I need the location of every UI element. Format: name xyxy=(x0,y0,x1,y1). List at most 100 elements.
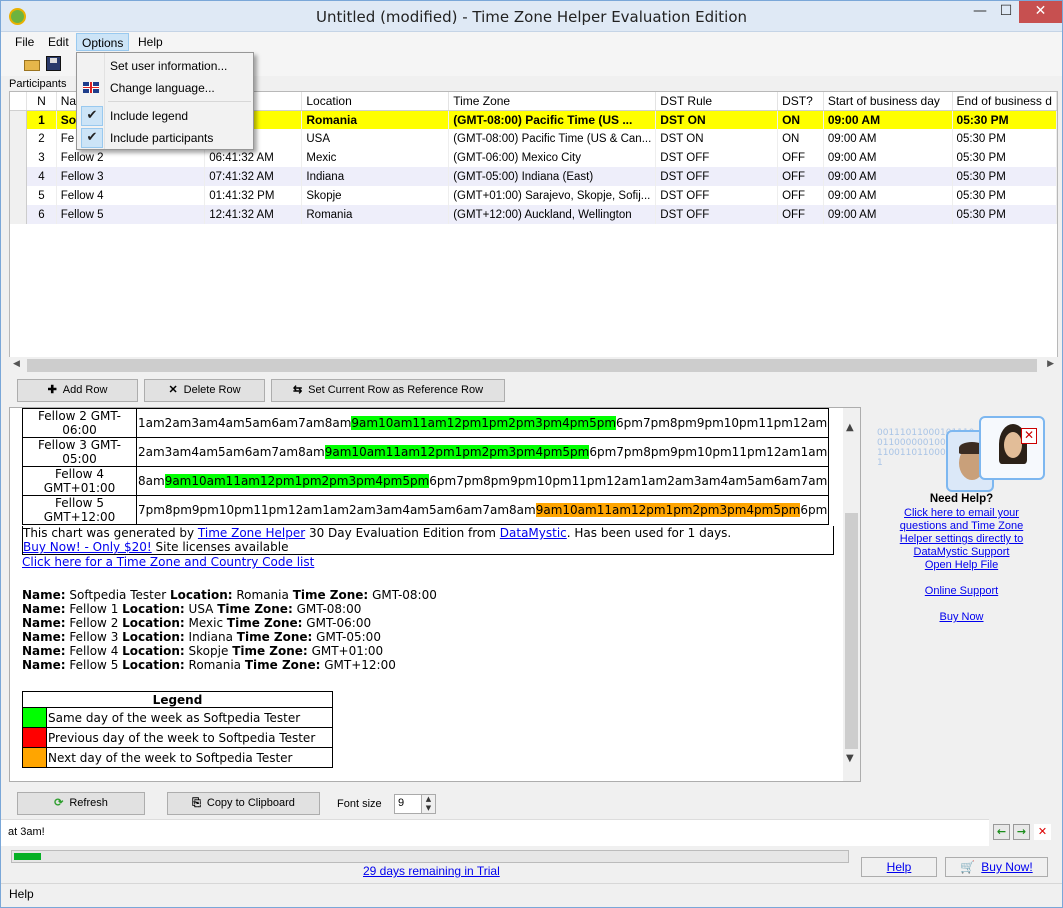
trial-remaining-link[interactable]: 29 days remaining in Trial xyxy=(363,864,500,878)
time-zone-helper-link[interactable]: Time Zone Helper xyxy=(198,526,305,540)
cell-dst-rule[interactable]: DST ON xyxy=(655,129,779,148)
cell-n[interactable]: 1 xyxy=(26,110,57,129)
cell-n[interactable]: 6 xyxy=(26,205,57,224)
menu-edit[interactable]: Edit xyxy=(43,33,74,51)
scroll-right-icon[interactable]: ▶ xyxy=(1047,359,1054,369)
datamystic-link[interactable]: DataMystic xyxy=(500,526,567,540)
cell-dst[interactable]: OFF xyxy=(777,186,824,205)
cell-dst-rule[interactable]: DST OFF xyxy=(655,186,779,205)
scroll-up-icon[interactable]: ▲ xyxy=(846,422,854,433)
cell-dst-rule[interactable]: DST OFF xyxy=(655,148,779,167)
cell-dst[interactable]: OFF xyxy=(777,205,824,224)
scrollbar-thumb[interactable] xyxy=(845,513,858,749)
decrement-icon[interactable]: ▼ xyxy=(421,804,435,813)
cell-timezone[interactable]: (GMT+12:00) Auckland, Wellington xyxy=(448,205,657,224)
grid-header-timezone[interactable]: Time Zone xyxy=(448,92,657,111)
save-disk-icon[interactable] xyxy=(45,55,63,73)
delete-row-button[interactable]: ✕ Delete Row xyxy=(144,379,265,402)
cell-start[interactable]: 09:00 AM xyxy=(823,167,953,186)
cell-location[interactable]: Mexic xyxy=(301,148,450,167)
grid-header-start-business[interactable]: Start of business day xyxy=(823,92,953,111)
cell-end[interactable]: 05:30 PM xyxy=(952,148,1057,167)
cell-timezone[interactable]: (GMT-06:00) Mexico City xyxy=(448,148,657,167)
cell-location[interactable]: USA xyxy=(301,129,450,148)
grid-header-location[interactable]: Location xyxy=(301,92,450,111)
cell-name[interactable]: Fellow 3 xyxy=(56,167,206,186)
report-view[interactable]: Fellow 2 GMT-06:00 1am2am3am4am5am6am7am… xyxy=(9,407,861,782)
close-button[interactable]: ✕ xyxy=(1019,1,1062,23)
row-selector[interactable] xyxy=(10,205,28,224)
cell-dst[interactable]: ON xyxy=(777,129,824,148)
menu-file[interactable]: File xyxy=(10,33,39,51)
table-row[interactable]: 3 Fellow 2 06:41:32 AM Mexic (GMT-06:00)… xyxy=(10,148,1057,167)
cell-start[interactable]: 09:00 AM xyxy=(823,110,953,129)
cell-time[interactable]: 07:41:32 AM xyxy=(204,167,303,186)
cell-dst-rule[interactable]: DST OFF xyxy=(655,205,779,224)
font-size-value[interactable]: 9 xyxy=(398,797,404,809)
open-folder-icon[interactable] xyxy=(23,55,41,73)
table-row[interactable]: 6 Fellow 5 12:41:32 AM Romania (GMT+12:0… xyxy=(10,205,1057,224)
previous-arrow-icon[interactable]: ← xyxy=(993,824,1010,840)
dismiss-x-icon[interactable]: ✕ xyxy=(1034,824,1051,840)
buy-now-panel-link[interactable]: Buy Now xyxy=(863,611,1060,624)
cell-timezone[interactable]: (GMT+01:00) Sarajevo, Skopje, Sofij... xyxy=(448,186,657,205)
report-vertical-scrollbar[interactable]: ▲ ▼ xyxy=(843,408,860,781)
cell-start[interactable]: 09:00 AM xyxy=(823,205,953,224)
country-code-list-link[interactable]: Click here for a Time Zone and Country C… xyxy=(22,555,314,569)
cell-location[interactable]: Indiana xyxy=(301,167,450,186)
cell-n[interactable]: 5 xyxy=(26,186,57,205)
grid-header-n[interactable]: N xyxy=(26,92,57,111)
cell-n[interactable]: 3 xyxy=(26,148,57,167)
cell-timezone[interactable]: (GMT-08:00) Pacific Time (US ... xyxy=(448,110,657,129)
font-size-stepper[interactable]: 9 ▲ ▼ xyxy=(394,794,436,814)
grid-header-end-business[interactable]: End of business d xyxy=(952,92,1057,111)
cell-dst-rule[interactable]: DST OFF xyxy=(655,167,779,186)
email-support-link[interactable]: Click here to email your questions and T… xyxy=(863,507,1060,559)
menu-options[interactable]: Options xyxy=(76,33,130,51)
cell-start[interactable]: 09:00 AM xyxy=(823,186,953,205)
minimize-button[interactable]: — xyxy=(967,1,993,23)
scroll-left-icon[interactable]: ◀ xyxy=(13,359,20,369)
row-selector[interactable] xyxy=(10,148,28,167)
online-support-link[interactable]: Online Support xyxy=(863,585,1060,598)
cell-name[interactable]: Fellow 4 xyxy=(56,186,206,205)
cell-timezone[interactable]: (GMT-08:00) Pacific Time (US & Can... xyxy=(448,129,657,148)
scroll-down-icon[interactable]: ▼ xyxy=(846,753,854,764)
row-selector[interactable] xyxy=(10,186,28,205)
row-selector[interactable] xyxy=(10,129,28,148)
grid-header-dst[interactable]: DST? xyxy=(777,92,824,111)
maximize-button[interactable]: ☐ xyxy=(993,1,1019,23)
cell-time[interactable]: 06:41:32 AM xyxy=(204,148,303,167)
menu-item-include-participants[interactable]: ✔ Include participants xyxy=(77,127,253,149)
cell-timezone[interactable]: (GMT-05:00) Indiana (East) xyxy=(448,167,657,186)
scrollbar-thumb[interactable] xyxy=(27,359,1037,372)
cell-name[interactable]: Fellow 2 xyxy=(56,148,206,167)
menu-item-set-user-information[interactable]: Set user information... xyxy=(77,55,253,77)
cell-start[interactable]: 09:00 AM xyxy=(823,148,953,167)
close-x-icon[interactable]: ✕ xyxy=(1021,428,1037,444)
cell-time[interactable]: 01:41:32 PM xyxy=(204,186,303,205)
cell-n[interactable]: 2 xyxy=(26,129,57,148)
next-arrow-icon[interactable]: → xyxy=(1013,824,1030,840)
refresh-button[interactable]: ⟳ Refresh xyxy=(17,792,145,815)
cell-location[interactable]: Romania xyxy=(301,110,450,129)
buy-now-button[interactable]: 🛒 Buy Now! xyxy=(945,857,1048,877)
increment-icon[interactable]: ▲ xyxy=(421,795,435,804)
grid-horizontal-scrollbar[interactable]: ◀ ▶ xyxy=(9,357,1058,374)
cell-name[interactable]: Fellow 5 xyxy=(56,205,206,224)
cell-end[interactable]: 05:30 PM xyxy=(952,110,1057,129)
cell-dst-rule[interactable]: DST ON xyxy=(655,110,779,129)
cell-location[interactable]: Romania xyxy=(301,205,450,224)
cell-location[interactable]: Skopje xyxy=(301,186,450,205)
set-reference-row-button[interactable]: ⇆ Set Current Row as Reference Row xyxy=(271,379,505,402)
menu-item-include-legend[interactable]: ✔ Include legend xyxy=(77,105,253,127)
add-row-button[interactable]: ✚ Add Row xyxy=(17,379,138,402)
cell-end[interactable]: 05:30 PM xyxy=(952,167,1057,186)
menu-item-change-language[interactable]: Change language... xyxy=(77,77,253,99)
cell-time[interactable]: 12:41:32 AM xyxy=(204,205,303,224)
cell-end[interactable]: 05:30 PM xyxy=(952,186,1057,205)
table-row[interactable]: 5 Fellow 4 01:41:32 PM Skopje (GMT+01:00… xyxy=(10,186,1057,205)
open-help-file-link[interactable]: Open Help File xyxy=(863,559,1060,572)
cell-n[interactable]: 4 xyxy=(26,167,57,186)
row-selector[interactable] xyxy=(10,167,28,186)
